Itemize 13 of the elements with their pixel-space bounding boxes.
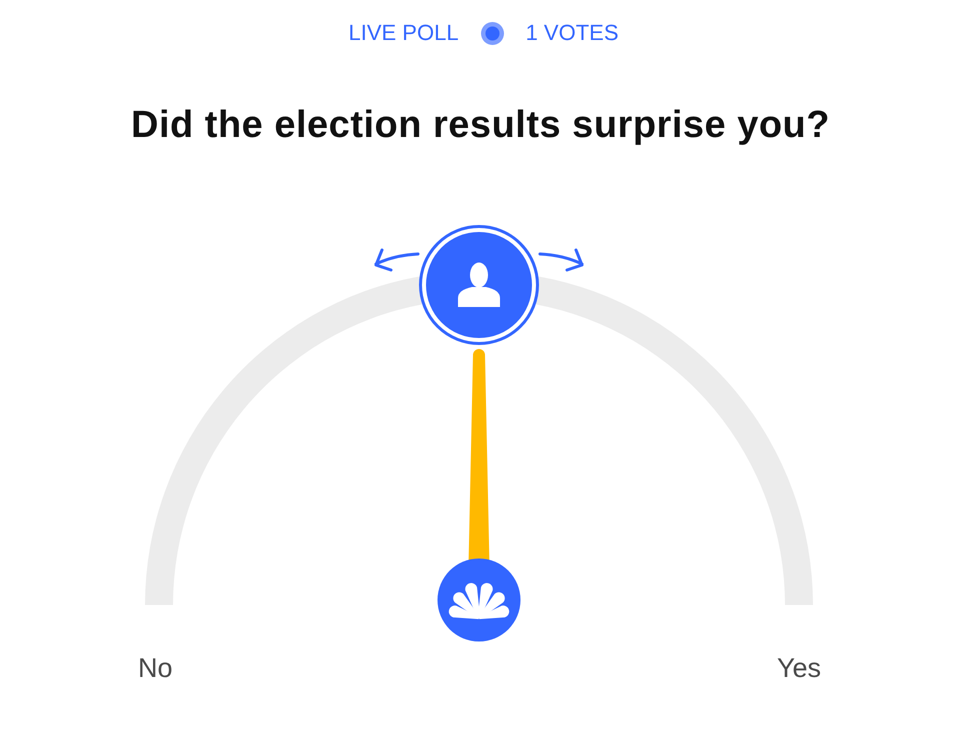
- live-poll-label: LIVE POLL: [348, 20, 459, 46]
- scale-min-label: No: [138, 652, 173, 685]
- dial-track-segment[interactable]: [145, 276, 422, 605]
- left-curved-arrow-icon: [374, 248, 420, 272]
- poll-question: Did the election results surprise you?: [130, 103, 831, 147]
- person-icon: [458, 262, 500, 307]
- live-dot-icon: [480, 22, 504, 44]
- vote-count: 1 VOTES: [526, 20, 618, 46]
- dial-track-segment[interactable]: [536, 276, 813, 605]
- scale-max-label: Yes: [776, 652, 821, 685]
- peacock-icon: [438, 558, 520, 642]
- dial-handle[interactable]: [419, 225, 539, 345]
- right-curved-arrow-icon: [538, 248, 584, 272]
